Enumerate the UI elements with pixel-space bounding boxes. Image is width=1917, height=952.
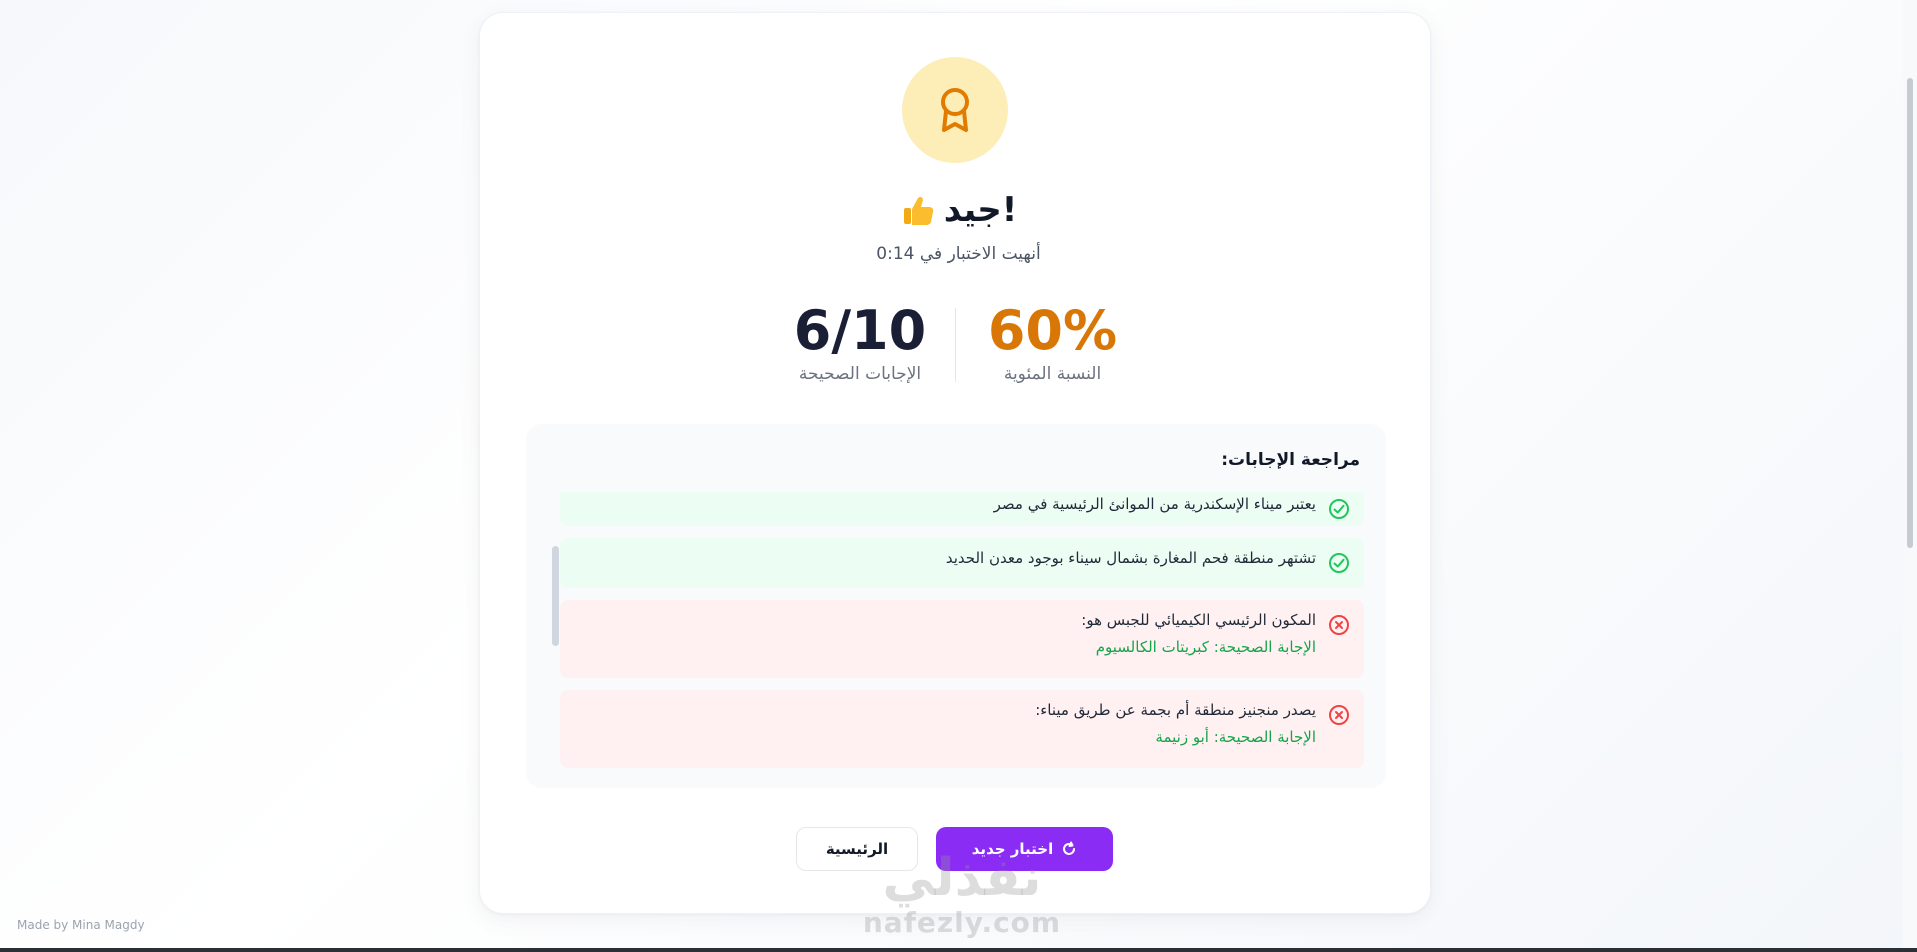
home-button[interactable]: الرئيسية (796, 827, 918, 871)
percentage-label: النسبة المئوية (1003, 364, 1102, 384)
percentage-value: 60% (987, 299, 1118, 362)
correct-answer: الإجابة الصحيحة: أبو زنيمة (1155, 728, 1316, 746)
medal-badge (902, 57, 1008, 163)
correct-answer: الإجابة الصحيحة: كبريتات الكالسيوم (1095, 638, 1316, 656)
check-circle-icon (1329, 499, 1349, 519)
bottom-strip (0, 948, 1917, 952)
result-title: جيد! (943, 190, 1018, 230)
score-stat: 6/10 الإجابات الصحيحة (790, 299, 930, 385)
review-list[interactable]: يعتبر ميناء الإسكندرية من الموانئ الرئيس… (552, 492, 1384, 788)
answers-review-panel: مراجعة الإجابات: يعتبر ميناء الإسكندرية … (526, 424, 1386, 788)
new-quiz-label: اختبار جديد (971, 840, 1054, 858)
review-item: يصدر منجنيز منطقة أم بجمة عن طريق ميناء:… (560, 690, 1364, 768)
footer-credit: Made by Mina Magdy (17, 918, 145, 932)
review-heading: مراجعة الإجابات: (1221, 450, 1360, 470)
refresh-icon (1063, 841, 1076, 855)
new-quiz-button[interactable]: اختبار جديد (936, 827, 1113, 871)
award-icon (941, 88, 969, 132)
check-circle-icon (1329, 553, 1349, 573)
review-question: تشتهر منطقة فحم المغارة بشمال سيناء بوجو… (945, 549, 1316, 567)
percentage-stat: 60% النسبة المئوية (985, 299, 1120, 385)
x-circle-icon (1329, 615, 1349, 635)
home-label: الرئيسية (825, 840, 889, 858)
page-scrollbar-thumb[interactable] (1907, 78, 1913, 548)
thumbs-up-icon (903, 196, 933, 225)
completion-time: أنهيت الاختبار في 0:14 (876, 244, 1041, 264)
review-question: المكون الرئيسي الكيميائي للجبس هو: (1081, 611, 1316, 629)
score-value: 6/10 (793, 299, 927, 362)
stat-divider (955, 308, 956, 382)
review-item: تشتهر منطقة فحم المغارة بشمال سيناء بوجو… (560, 538, 1364, 588)
review-item: المكون الرئيسي الكيميائي للجبس هو: الإجا… (560, 600, 1364, 678)
score-label: الإجابات الصحيحة (798, 364, 922, 384)
review-question: يصدر منجنيز منطقة أم بجمة عن طريق ميناء: (1035, 701, 1316, 719)
result-title-row: جيد! (0, 184, 1917, 236)
x-circle-icon (1329, 705, 1349, 725)
review-question: يعتبر ميناء الإسكندرية من الموانئ الرئيس… (993, 495, 1316, 513)
page-scrollbar[interactable] (1903, 0, 1917, 952)
review-item: يعتبر ميناء الإسكندرية من الموانئ الرئيس… (560, 492, 1364, 526)
